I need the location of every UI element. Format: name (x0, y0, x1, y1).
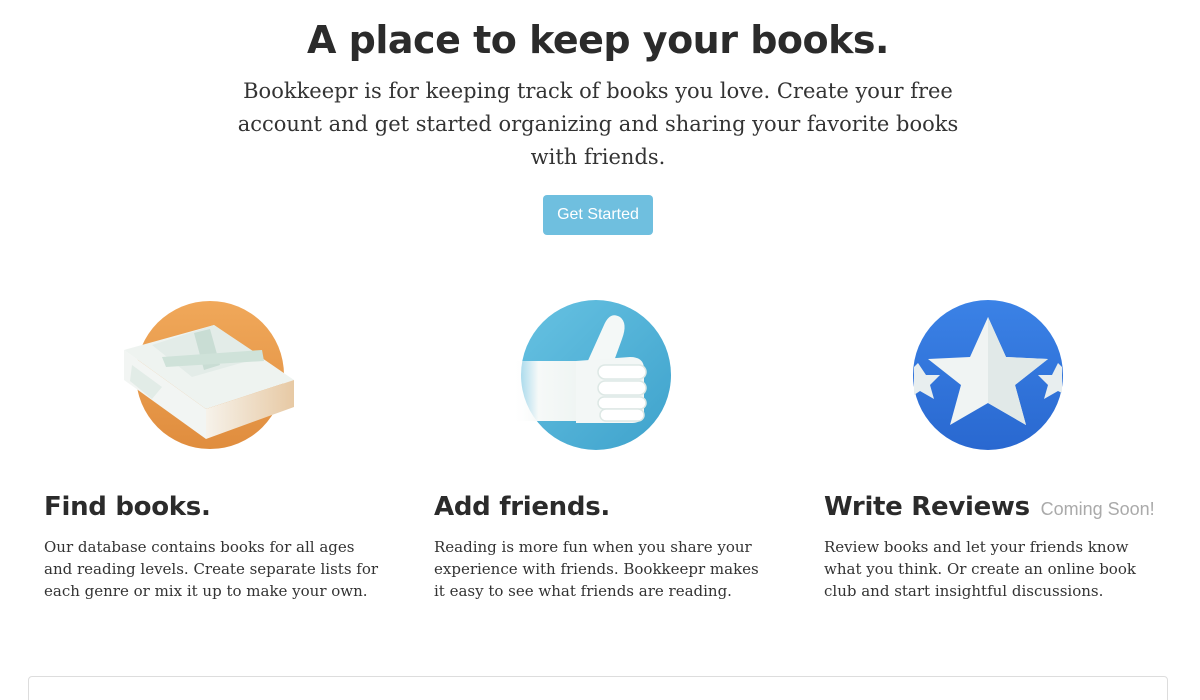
feature-title: Find books. (44, 490, 211, 524)
feature-title: Write Reviews Coming Soon! (824, 490, 1155, 526)
feature-description: Reading is more fun when you share your … (434, 538, 759, 600)
book-icon (122, 295, 302, 455)
feature-title: Add friends. (434, 490, 610, 524)
feature-title-text: Add friends. (434, 492, 610, 522)
feature-description: Review books and let your friends know w… (824, 538, 1136, 600)
page-title: A place to keep your books. (307, 18, 889, 62)
get-started-button[interactable]: Get Started (543, 195, 653, 235)
feature-description: Our database contains books for all ages… (44, 538, 379, 600)
feature-title-text: Find books. (44, 492, 211, 522)
coming-soon-label: Coming Soon! (1040, 499, 1155, 519)
star-icon (912, 295, 1092, 455)
feature-title-text: Write Reviews (824, 492, 1030, 522)
hero-description: Bookkeepr is for keeping track of books … (237, 79, 959, 169)
thumbs-up-icon (514, 295, 694, 455)
bottom-panel (28, 676, 1168, 700)
